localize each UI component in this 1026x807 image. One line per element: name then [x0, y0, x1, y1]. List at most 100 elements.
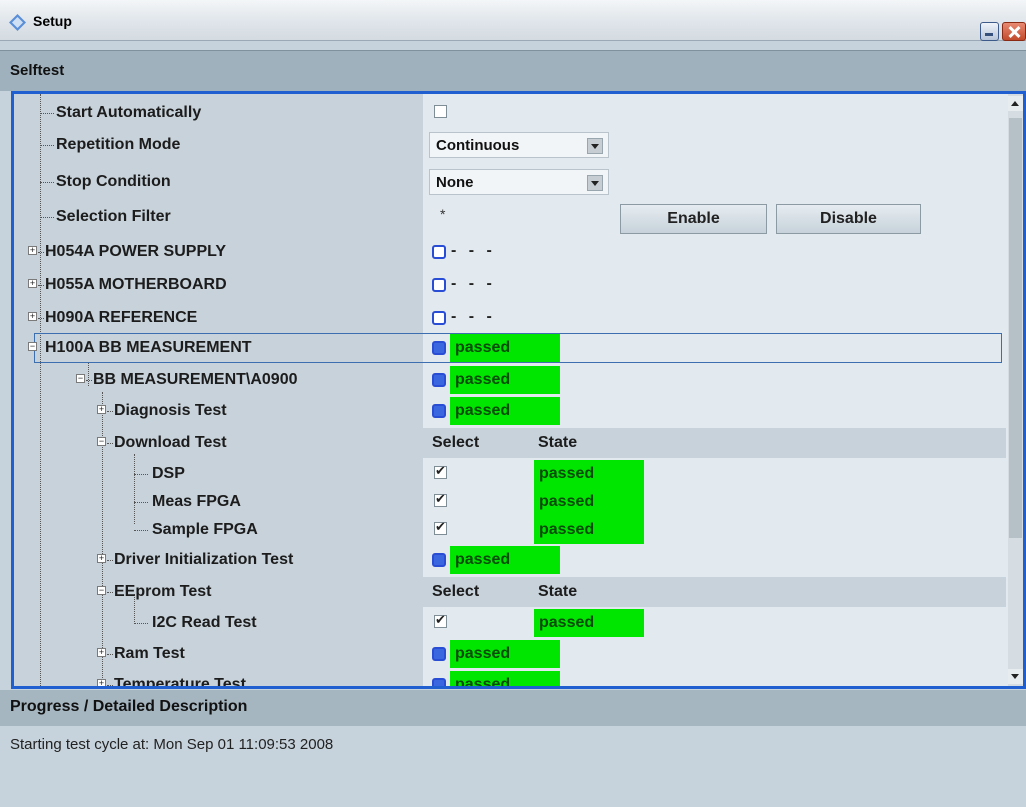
tree-item-label: EEprom Test — [114, 583, 212, 600]
tree-item-label: Temperature Test — [114, 676, 246, 689]
tree-item-label: DSP — [152, 465, 185, 482]
tree-item-diagnosis-test[interactable]: + Diagnosis Test passed — [14, 396, 1006, 426]
tree-item-h054a[interactable]: + H054A POWER SUPPLY - - - — [14, 237, 1006, 267]
tree-branch — [38, 252, 44, 253]
rohde-schwarz-diamond-icon — [9, 14, 26, 31]
expand-icon[interactable]: + — [28, 312, 37, 321]
tree-item-h090a[interactable]: + H090A REFERENCE - - - — [14, 303, 1006, 333]
expand-icon[interactable]: + — [28, 279, 37, 288]
repetition-mode-dropdown[interactable]: Continuous — [429, 132, 609, 158]
tree-item-label: BB MEASUREMENT\A0900 — [93, 371, 298, 388]
column-header: Select State — [423, 428, 1006, 458]
stop-condition-label: Stop Condition — [56, 173, 171, 190]
selection-filter-label: Selection Filter — [56, 208, 171, 225]
collapse-icon[interactable]: − — [28, 342, 37, 351]
status-checkbox[interactable] — [432, 678, 446, 686]
tree-branch — [40, 113, 54, 114]
scroll-thumb[interactable] — [1009, 118, 1022, 538]
tree-item-driver-initialization-test[interactable]: + Driver Initialization Test passed — [14, 545, 1006, 575]
tree-branch — [107, 443, 113, 444]
tree-item-h055a[interactable]: + H055A MOTHERBOARD - - - — [14, 270, 1006, 300]
status-checkbox[interactable] — [432, 245, 446, 259]
tree-item-label: Download Test — [114, 434, 227, 451]
stop-condition-dropdown[interactable]: None — [429, 169, 609, 195]
status-value: - - - — [451, 242, 496, 259]
tree-branch — [40, 217, 54, 218]
expand-icon[interactable]: + — [97, 648, 106, 657]
scroll-down-icon[interactable] — [1008, 669, 1023, 684]
disable-button[interactable]: Disable — [776, 204, 921, 234]
tree-branch — [134, 474, 148, 475]
enable-button[interactable]: Enable — [620, 204, 767, 234]
tree-branch — [134, 623, 148, 624]
progress-header: Progress / Detailed Description — [0, 690, 1026, 726]
chevron-down-icon[interactable] — [587, 175, 603, 191]
selection-filter-value[interactable]: * — [440, 206, 445, 222]
title-bar: Setup — [0, 0, 1026, 41]
collapse-icon[interactable]: − — [76, 374, 85, 383]
tree-item-download-test[interactable]: Select State − Download Test — [14, 428, 1006, 458]
select-checkbox[interactable] — [434, 612, 447, 628]
row-selection-filter: Selection Filter * Enable Disable — [14, 202, 1006, 234]
selftest-tree[interactable]: Start Automatically Repetition Mode Cont… — [11, 91, 1026, 689]
close-icon[interactable] — [1002, 22, 1026, 41]
tree-item-temperature-test[interactable]: + Temperature Test passed — [14, 670, 1006, 689]
tree-branch — [107, 560, 113, 561]
scroll-up-icon[interactable] — [1008, 96, 1023, 111]
tree-item-ram-test[interactable]: + Ram Test passed — [14, 639, 1006, 669]
expand-icon[interactable]: + — [97, 679, 106, 686]
tree-item-bb-measurement[interactable]: − BB MEASUREMENT\A0900 passed — [14, 365, 1006, 395]
tree-branch — [134, 530, 148, 531]
tree-branch — [107, 685, 113, 686]
vertical-scrollbar[interactable] — [1008, 94, 1023, 686]
state-passed: passed — [534, 460, 644, 488]
tree-item-label: H054A POWER SUPPLY — [45, 243, 227, 260]
expand-icon[interactable]: + — [97, 405, 106, 414]
status-checkbox[interactable] — [432, 311, 446, 325]
tree-branch — [107, 411, 113, 412]
progress-description: Starting test cycle at: Mon Sep 01 11:09… — [0, 726, 1026, 807]
tree-item-meas-fpga[interactable]: Meas FPGA passed — [14, 487, 1006, 517]
tree-item-label: H100A BB MEASUREMENT — [45, 339, 252, 356]
tree-item-dsp[interactable]: DSP passed — [14, 459, 1006, 489]
tree-branch — [86, 380, 92, 381]
chevron-down-icon[interactable] — [587, 138, 603, 154]
start-automatically-checkbox[interactable] — [434, 105, 447, 118]
row-repetition-mode: Repetition Mode Continuous — [14, 130, 1006, 160]
status-value: - - - — [451, 308, 496, 325]
state-passed: passed — [450, 671, 560, 686]
status-checkbox[interactable] — [432, 278, 446, 292]
section-header: Selftest — [0, 50, 1026, 91]
minimize-icon[interactable] — [980, 22, 999, 41]
progress-title: Progress / Detailed Description — [10, 698, 248, 715]
select-checkbox[interactable] — [434, 519, 447, 535]
state-passed: passed — [450, 334, 560, 362]
select-checkbox[interactable] — [434, 463, 447, 479]
tree-branch — [38, 318, 44, 319]
progress-text: Starting test cycle at: Mon Sep 01 11:09… — [10, 736, 334, 753]
tree-branch — [40, 182, 54, 183]
tree-branch — [40, 145, 54, 146]
status-checkbox[interactable] — [432, 373, 446, 387]
tree-item-sample-fpga[interactable]: Sample FPGA passed — [14, 515, 1006, 545]
status-checkbox[interactable] — [432, 404, 446, 418]
status-checkbox[interactable] — [432, 647, 446, 661]
collapse-icon[interactable]: − — [97, 437, 106, 446]
tree-item-h100a[interactable]: − H100A BB MEASUREMENT passed — [14, 333, 1006, 363]
tree-item-label: H090A REFERENCE — [45, 309, 198, 326]
select-checkbox[interactable] — [434, 491, 447, 507]
row-stop-condition: Stop Condition None — [14, 167, 1006, 197]
state-column-header: State — [538, 583, 578, 600]
expand-icon[interactable]: + — [28, 246, 37, 255]
tree-branch — [134, 502, 148, 503]
tree-item-i2c-read-test[interactable]: I2C Read Test passed — [14, 608, 1006, 638]
tree-item-label: Sample FPGA — [152, 521, 258, 538]
tree-branch — [107, 654, 113, 655]
state-passed: passed — [450, 397, 560, 425]
state-column-header: State — [538, 434, 578, 451]
expand-icon[interactable]: + — [97, 554, 106, 563]
collapse-icon[interactable]: − — [97, 586, 106, 595]
tree-item-eeprom-test[interactable]: Select State − EEprom Test — [14, 577, 1006, 607]
status-checkbox[interactable] — [432, 553, 446, 567]
status-checkbox[interactable] — [432, 341, 446, 355]
